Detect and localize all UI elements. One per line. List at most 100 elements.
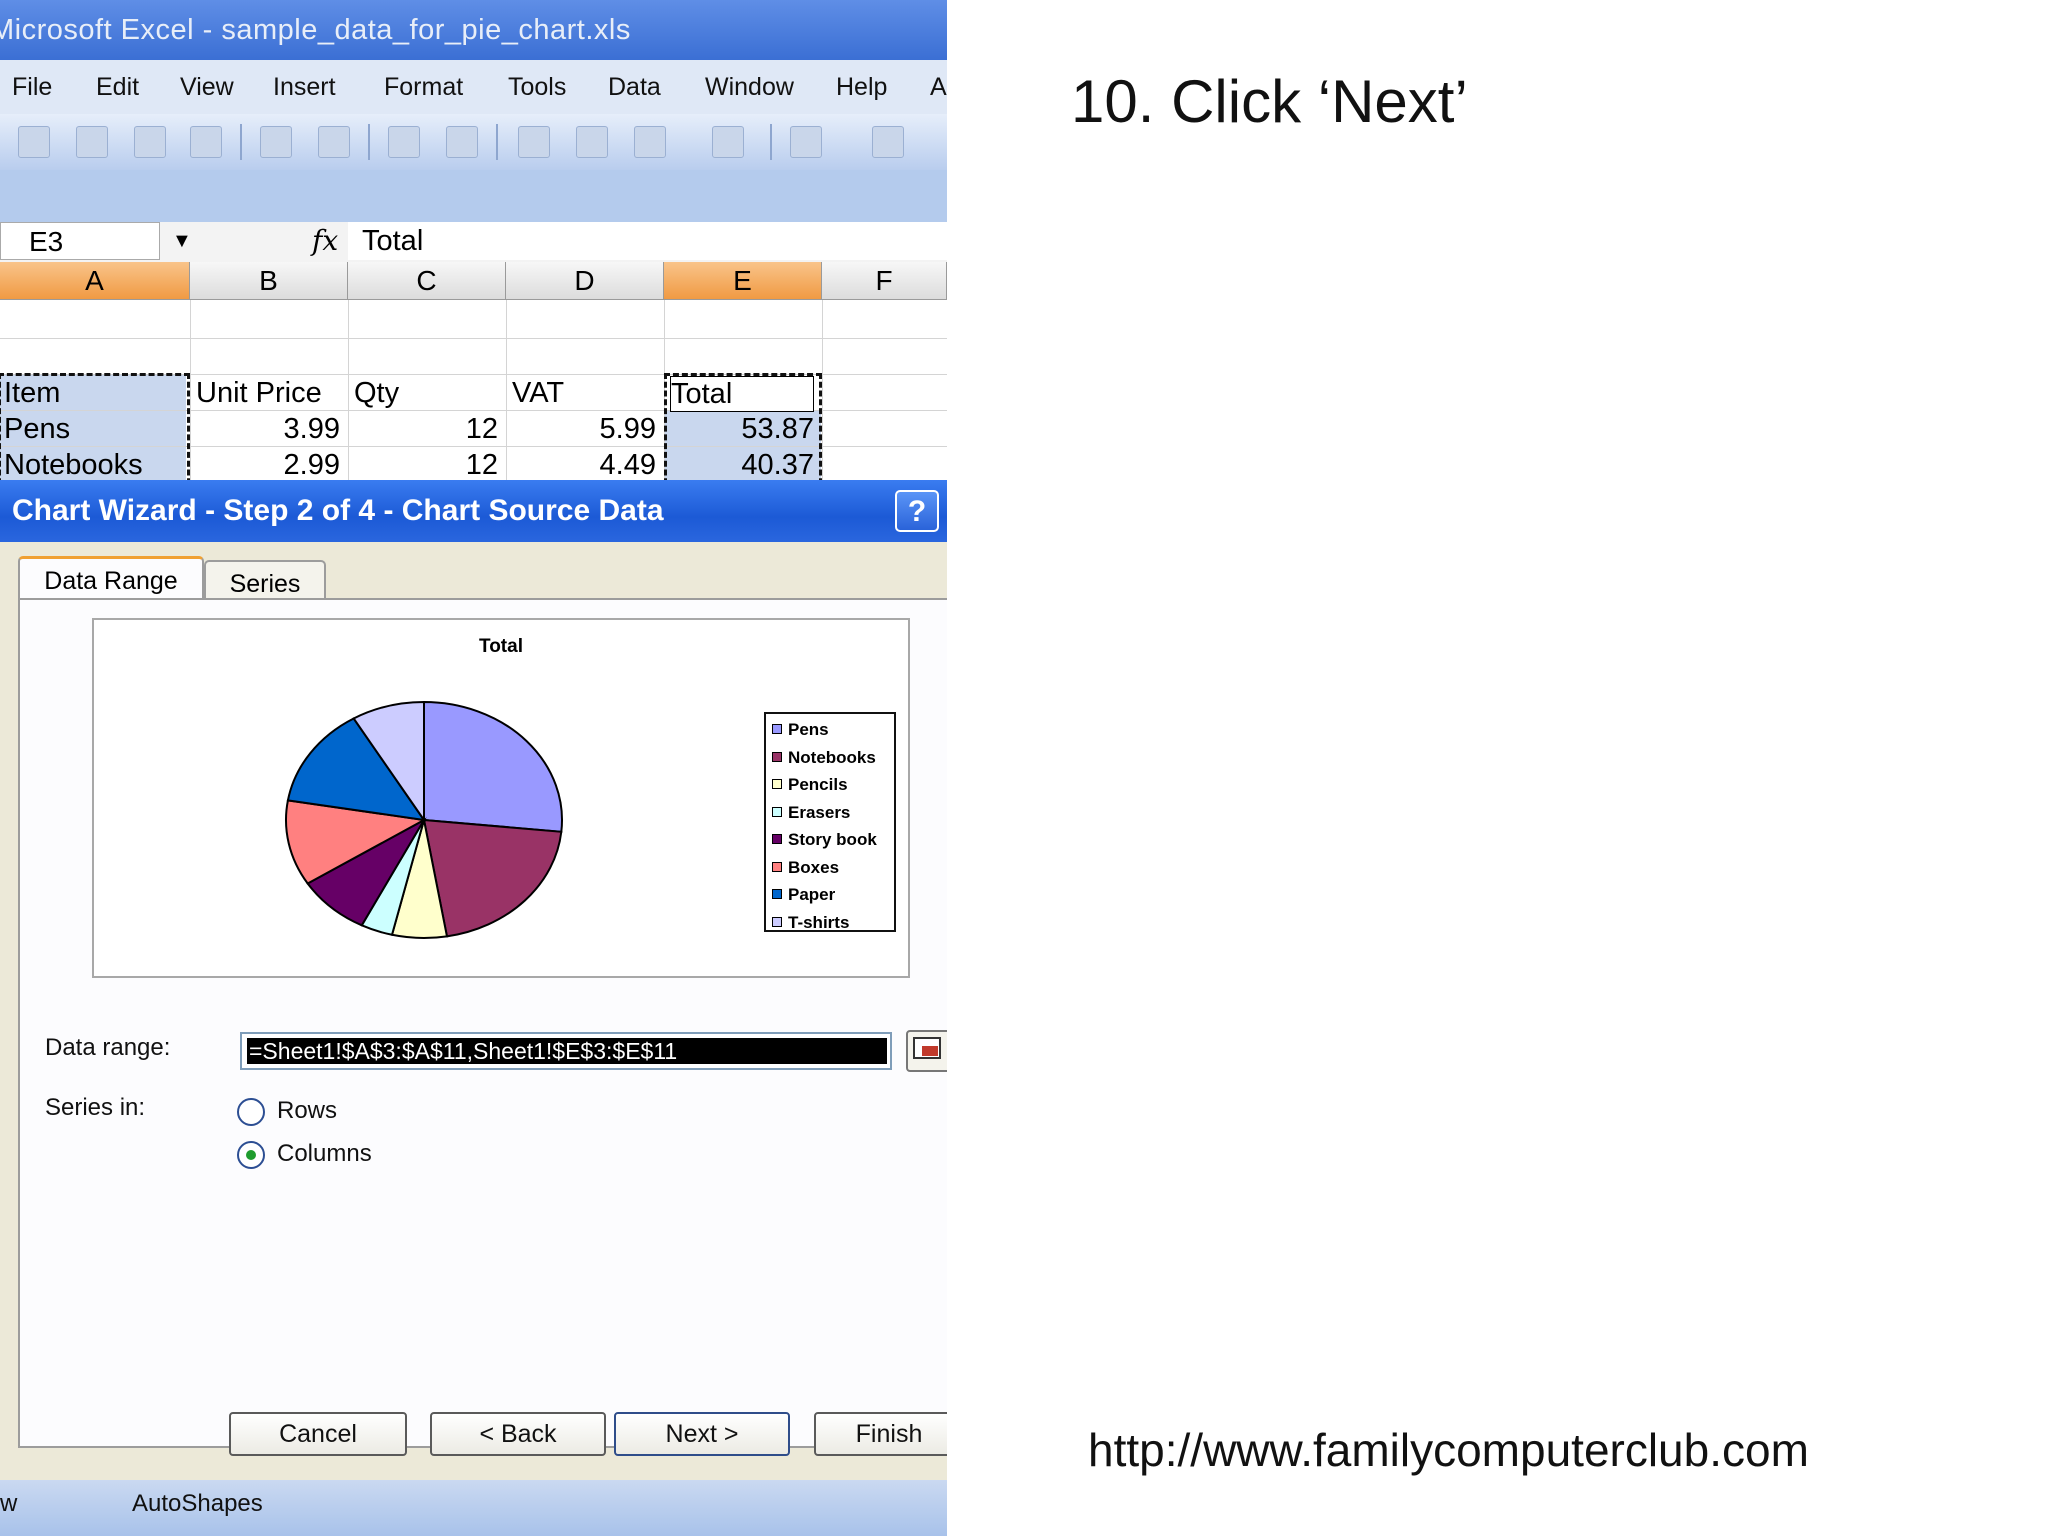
legend-label: Erasers bbox=[788, 802, 851, 822]
menu-file[interactable]: File bbox=[12, 60, 52, 114]
chart-legend: Pens Notebooks Pencils Erasers Story book Box… bbox=[764, 712, 896, 932]
redo-icon[interactable] bbox=[872, 126, 904, 158]
pie-chart bbox=[285, 700, 563, 939]
legend-entry: Notebooks bbox=[766, 744, 894, 772]
save-icon[interactable] bbox=[76, 126, 108, 158]
cell-d5[interactable]: 4.49 bbox=[506, 448, 656, 482]
print-icon[interactable] bbox=[260, 126, 292, 158]
pie-slice-pens bbox=[423, 700, 563, 833]
spelling-icon[interactable] bbox=[388, 126, 420, 158]
cancel-button[interactable]: Cancel bbox=[229, 1412, 407, 1456]
print-preview-icon[interactable] bbox=[318, 126, 350, 158]
copy-icon[interactable] bbox=[576, 126, 608, 158]
help-button[interactable]: ? bbox=[895, 490, 939, 532]
legend-label: T-shirts bbox=[788, 912, 850, 932]
legend-swatch bbox=[772, 889, 782, 899]
copy-marquee-column-e bbox=[664, 373, 822, 493]
formula-bar: E3 ▼ fx Total bbox=[0, 222, 947, 263]
chart-title: Total bbox=[479, 636, 523, 657]
menu-data[interactable]: Data bbox=[608, 60, 661, 114]
series-in-label: Series in: bbox=[45, 1094, 146, 1121]
drawing-toolbar: w AutoShapes bbox=[0, 1480, 947, 1536]
legend-label: Paper bbox=[788, 885, 836, 904]
legend-label: Pencils bbox=[788, 775, 848, 794]
cell-b3[interactable]: Unit Price bbox=[196, 376, 322, 410]
column-header-f[interactable]: F bbox=[822, 262, 947, 300]
window-title: Microsoft Excel - sample_data_for_pie_ch… bbox=[0, 14, 631, 46]
footer-url: http://www.familycomputerclub.com bbox=[1088, 1424, 1809, 1476]
legend-entry: Pencils bbox=[766, 771, 894, 799]
column-header-c[interactable]: C bbox=[348, 262, 506, 300]
legend-swatch bbox=[772, 779, 782, 789]
legend-swatch bbox=[772, 751, 782, 762]
legend-entry: T-shirts bbox=[766, 909, 894, 937]
menu-view[interactable]: View bbox=[180, 60, 234, 114]
toolbar-separator bbox=[368, 124, 370, 160]
column-header-e[interactable]: E bbox=[664, 262, 822, 300]
radio-selected-dot bbox=[246, 1150, 256, 1160]
cell-b5[interactable]: 2.99 bbox=[190, 448, 340, 482]
menu-tools[interactable]: Tools bbox=[508, 60, 566, 114]
menu-edit[interactable]: Edit bbox=[96, 60, 139, 114]
column-header-b[interactable]: B bbox=[190, 262, 348, 300]
collapse-dialog-button[interactable] bbox=[906, 1030, 947, 1072]
cut-icon[interactable] bbox=[518, 126, 550, 158]
format-painter-icon[interactable] bbox=[712, 126, 744, 158]
copy-marquee-column-a bbox=[0, 373, 190, 493]
back-button[interactable]: < Back bbox=[430, 1412, 606, 1456]
legend-entry: Paper bbox=[766, 881, 894, 909]
legend-swatch bbox=[772, 834, 782, 844]
menu-window[interactable]: Window bbox=[705, 60, 794, 114]
legend-entry: Boxes bbox=[766, 854, 894, 882]
excel-screenshot: Microsoft Excel - sample_data_for_pie_ch… bbox=[0, 0, 947, 1536]
legend-label: Boxes bbox=[788, 857, 840, 877]
window-title-bar: Microsoft Excel - sample_data_for_pie_ch… bbox=[0, 0, 947, 60]
legend-label: Story book bbox=[788, 830, 877, 849]
chart-preview: Total Pens Notebooks Pencils Erasers Story b… bbox=[92, 618, 910, 978]
row-gridline bbox=[0, 338, 947, 339]
legend-swatch bbox=[772, 916, 782, 927]
radio-columns-label: Columns bbox=[277, 1140, 372, 1167]
legend-label: Notebooks bbox=[788, 747, 876, 767]
email-icon[interactable] bbox=[190, 126, 222, 158]
menu-help[interactable]: Help bbox=[836, 60, 887, 114]
cell-c5[interactable]: 12 bbox=[348, 448, 498, 482]
name-box-dropdown-icon[interactable]: ▼ bbox=[172, 228, 192, 254]
dialog-title-bar[interactable]: Chart Wizard - Step 2 of 4 - Chart Sourc… bbox=[0, 480, 947, 542]
column-header-a[interactable]: A bbox=[0, 262, 190, 300]
open-icon[interactable] bbox=[18, 126, 50, 158]
menu-more[interactable]: A bbox=[930, 60, 947, 114]
cell-d4[interactable]: 5.99 bbox=[506, 412, 656, 446]
legend-swatch bbox=[772, 724, 782, 734]
standard-toolbar bbox=[0, 114, 947, 170]
undo-icon[interactable] bbox=[790, 126, 822, 158]
radio-rows-label: Rows bbox=[277, 1097, 338, 1124]
column-header-d[interactable]: D bbox=[506, 262, 664, 300]
paste-icon[interactable] bbox=[634, 126, 666, 158]
cell-d3[interactable]: VAT bbox=[512, 376, 564, 410]
menu-insert[interactable]: Insert bbox=[273, 60, 336, 114]
name-box[interactable]: E3 bbox=[0, 222, 160, 260]
fx-icon[interactable]: fx bbox=[312, 224, 338, 257]
radio-rows[interactable] bbox=[237, 1098, 265, 1126]
formula-input[interactable]: Total bbox=[348, 222, 947, 260]
legend-label: Pens bbox=[788, 720, 829, 739]
permission-icon[interactable] bbox=[134, 126, 166, 158]
cell-c4[interactable]: 12 bbox=[348, 412, 498, 446]
legend-swatch bbox=[772, 861, 782, 872]
pie-slice-notebooks bbox=[422, 818, 563, 938]
data-range-label: Data range: bbox=[45, 1034, 171, 1061]
draw-menu[interactable]: w bbox=[0, 1490, 17, 1518]
toolbar-separator bbox=[770, 124, 772, 160]
menu-format[interactable]: Format bbox=[384, 60, 463, 114]
dialog-title: Chart Wizard - Step 2 of 4 - Chart Sourc… bbox=[12, 494, 664, 527]
research-icon[interactable] bbox=[446, 126, 478, 158]
toolbar-separator bbox=[496, 124, 498, 160]
finish-button[interactable]: Finish bbox=[814, 1412, 947, 1456]
radio-columns[interactable] bbox=[237, 1141, 265, 1169]
cell-c3[interactable]: Qty bbox=[354, 376, 399, 410]
cell-b4[interactable]: 3.99 bbox=[190, 412, 340, 446]
data-range-input[interactable]: =Sheet1!$A$3:$A$11,Sheet1!$E$3:$E$11 bbox=[240, 1032, 892, 1070]
next-button[interactable]: Next > bbox=[614, 1412, 790, 1456]
autoshapes-menu[interactable]: AutoShapes bbox=[132, 1490, 263, 1518]
